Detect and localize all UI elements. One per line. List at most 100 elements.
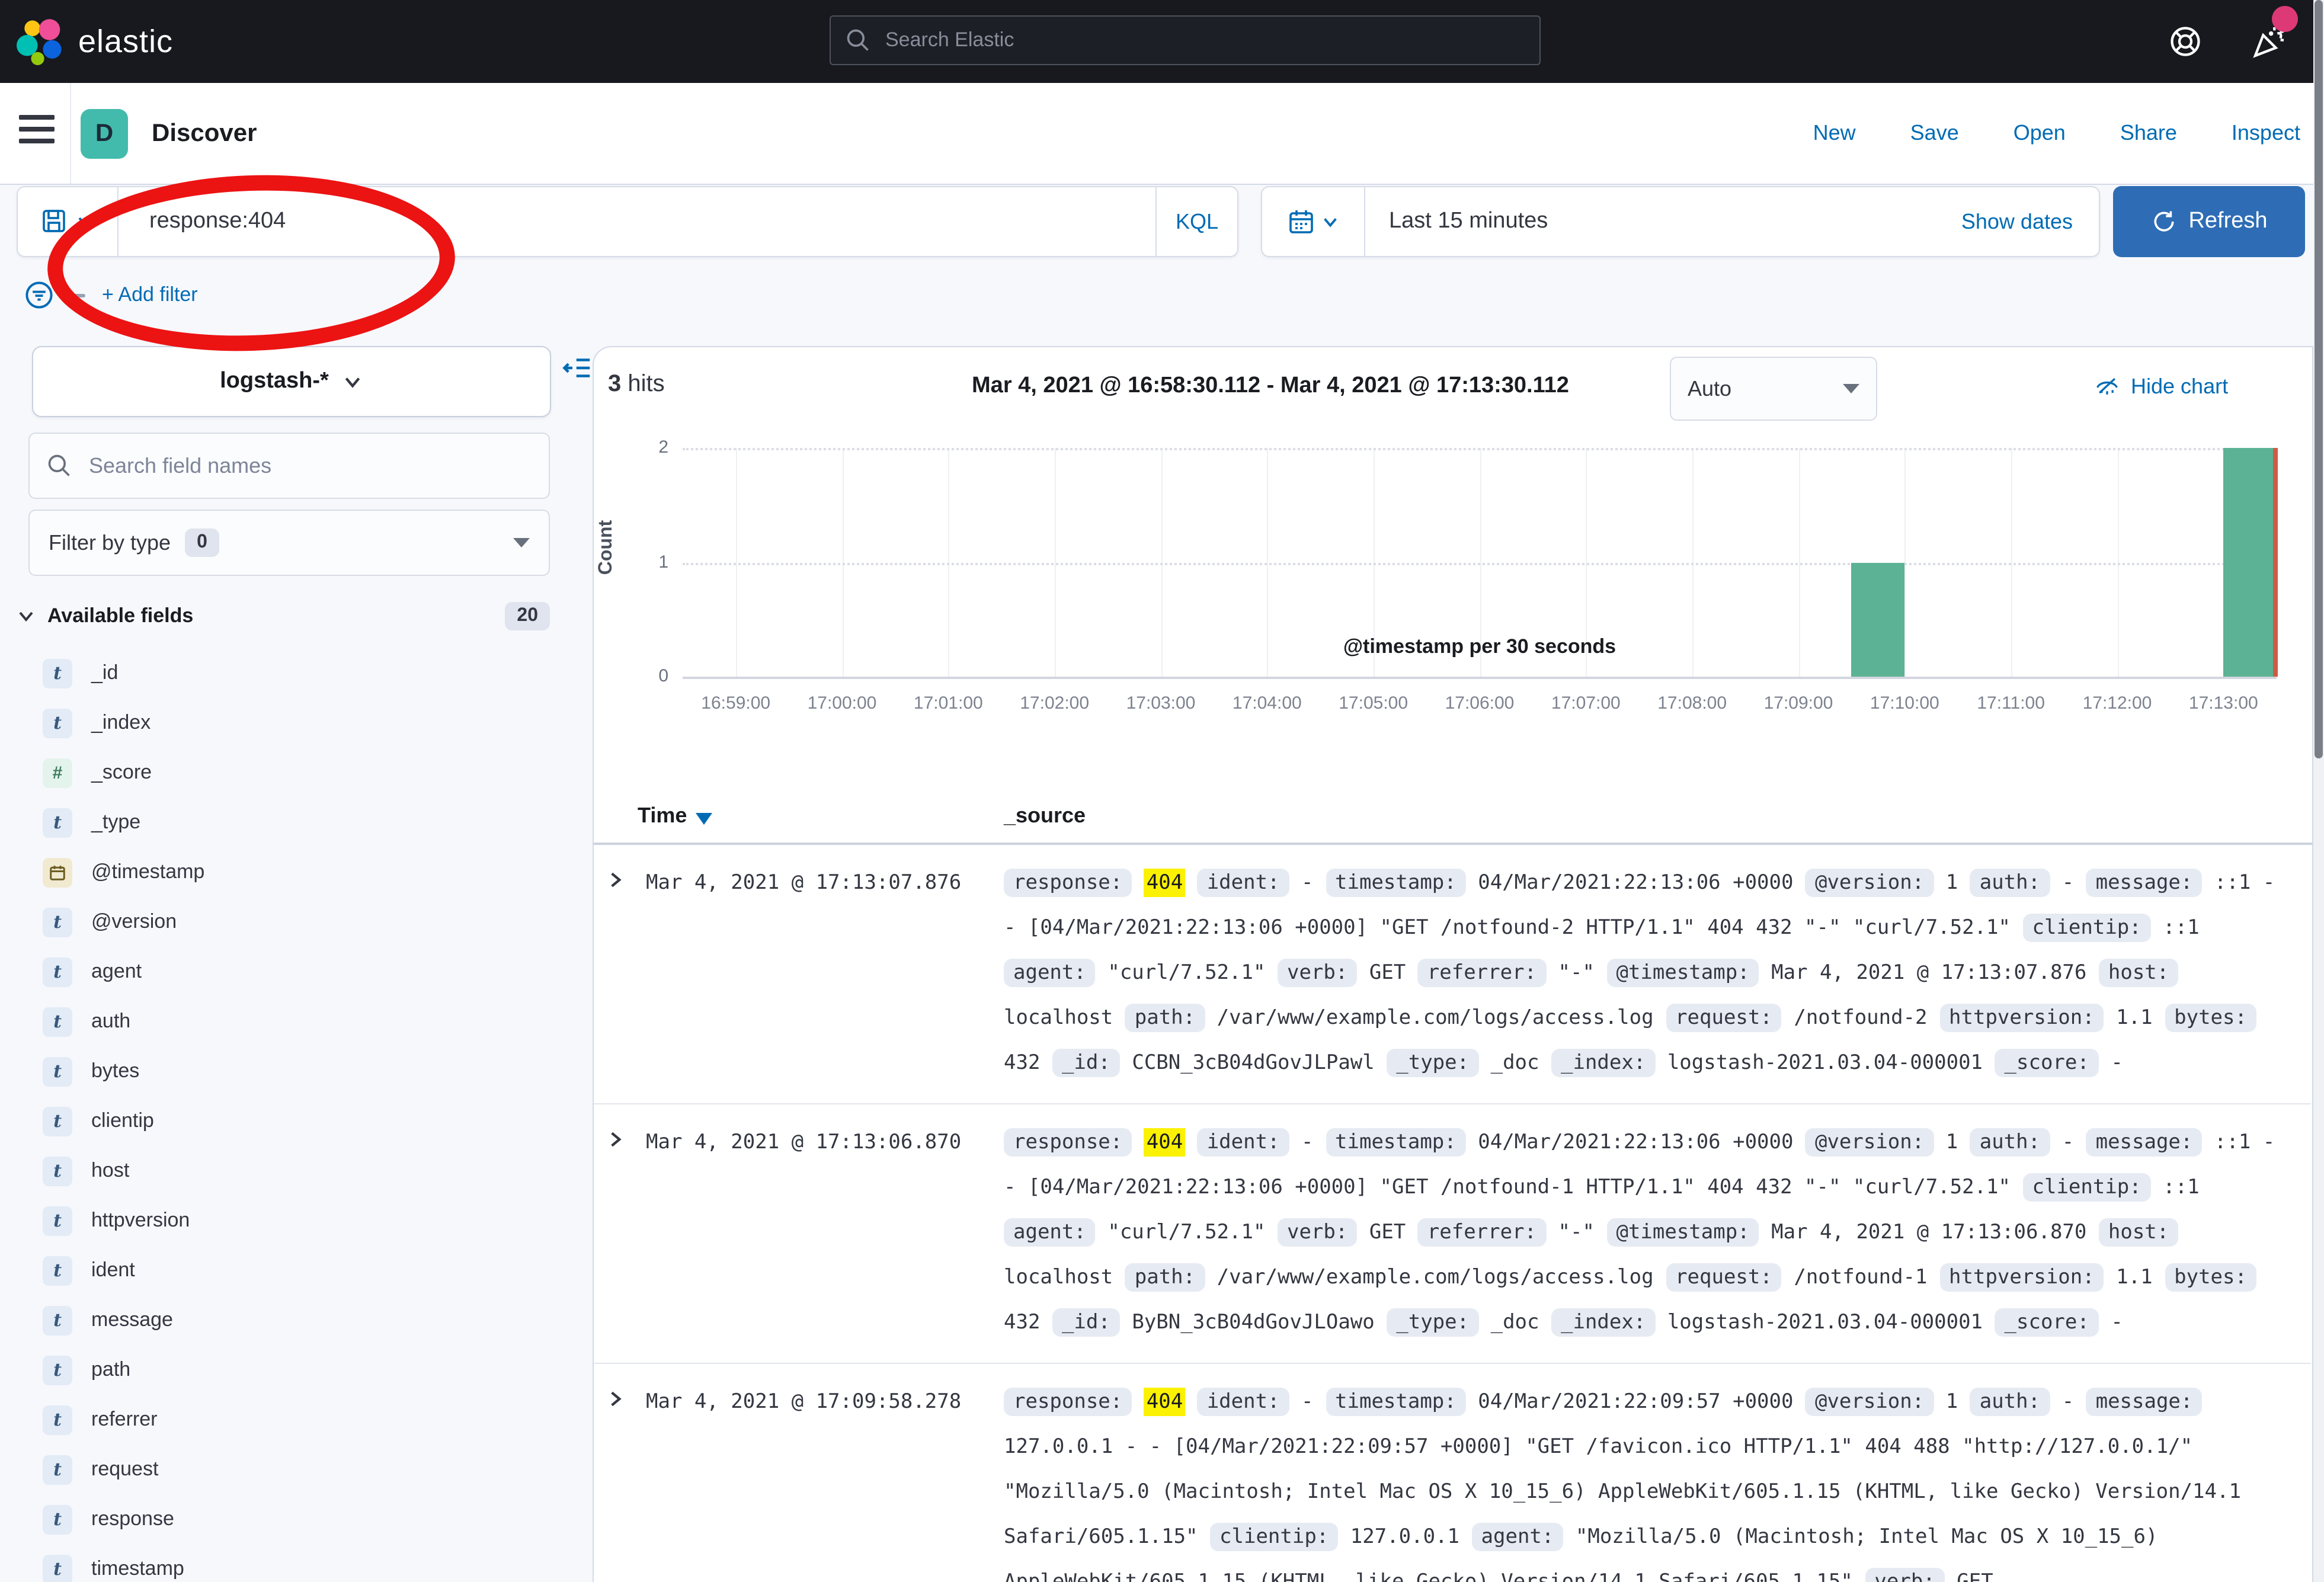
field-name-badge: agent: [1004,959,1096,987]
field-value: 04/Mar/2021:22:13:06 +0000 [1478,871,1793,895]
action-open[interactable]: Open [2014,121,2066,146]
field-name-badge: timestamp: [1326,1128,1466,1157]
field-item-_index[interactable]: t_index [0,698,593,748]
field-value: GET [1369,961,1406,985]
field-item-timestamp[interactable]: ttimestamp [0,1544,593,1582]
action-save[interactable]: Save [1910,121,1959,146]
query-bar[interactable]: response:404 KQL [17,186,1238,257]
hits-label: hits [628,371,664,397]
field-item-agent[interactable]: tagent [0,947,593,997]
help-lifebuoy-icon[interactable] [2168,24,2203,59]
index-pattern-switcher[interactable]: logstash-* [32,346,551,417]
filter-caret[interactable] [71,293,85,297]
field-value: - [2062,1390,2075,1414]
interval-select[interactable]: Auto [1670,357,1877,421]
saved-query-icon [40,207,69,236]
field-type-text-icon: t [43,1504,72,1534]
field-value: _doc [1491,1051,1539,1075]
elastic-logo-icon [17,18,64,65]
field-name: _type [91,811,140,834]
expand-row-button[interactable] [594,1379,646,1409]
field-list: t_idt_index#_scoret_type@timestampt@vers… [0,648,593,1582]
field-value: 1.1 [2116,1006,2152,1030]
chevron-down-icon [17,607,36,626]
expand-row-button[interactable] [594,860,646,890]
hide-chart-button[interactable]: Hide chart [2094,373,2228,399]
field-item-ident[interactable]: tident [0,1245,593,1295]
results-panel: 3 hits Mar 4, 2021 @ 16:58:30.112 - Mar … [593,346,2313,1582]
field-value: ::1 [2163,1176,2199,1199]
field-name-badge: ident: [1198,1388,1289,1416]
field-item-auth[interactable]: tauth [0,997,593,1046]
filter-by-type-select[interactable]: Filter by type 0 [28,510,550,576]
field-item-_score[interactable]: #_score [0,748,593,798]
date-picker-menu[interactable] [1262,187,1365,256]
field-item-bytes[interactable]: tbytes [0,1046,593,1096]
expand-row-button[interactable] [594,1120,646,1149]
date-picker[interactable]: Last 15 minutes Show dates [1261,186,2100,257]
field-value: - [2062,1131,2075,1154]
field-item-referrer[interactable]: treferrer [0,1395,593,1445]
action-share[interactable]: Share [2120,121,2177,146]
doc-time-cell: Mar 4, 2021 @ 17:13:07.876 [646,860,1004,905]
field-item-message[interactable]: tmessage [0,1295,593,1345]
filter-icon[interactable] [24,280,55,310]
field-value: - [1301,871,1314,895]
kibana-discover-app: elastic D Discover [0,0,2324,1582]
field-name: @version [91,910,177,934]
field-item-_type[interactable]: t_type [0,798,593,847]
field-item-_id[interactable]: t_id [0,648,593,698]
field-item-@version[interactable]: t@version [0,897,593,947]
field-type-text-icon: t [43,1156,72,1186]
field-search-input[interactable] [87,452,532,479]
doc-time-cell: Mar 4, 2021 @ 17:09:58.278 [646,1379,1004,1424]
show-dates-button[interactable]: Show dates [1961,209,2099,234]
field-name: _index [91,711,151,735]
collapse-sidebar-icon[interactable] [562,352,594,384]
refresh-button[interactable]: Refresh [2113,186,2305,257]
filter-bar: + Add filter [24,280,198,310]
time-range-value[interactable]: Last 15 minutes [1365,209,1961,235]
query-language-button[interactable]: KQL [1155,187,1237,256]
action-inspect[interactable]: Inspect [2232,121,2300,146]
field-name-badge: auth: [1970,869,2050,897]
global-search-input[interactable] [883,27,1525,53]
column-header-time[interactable]: Time [638,803,712,828]
field-name-badge: auth: [1970,1388,2050,1416]
field-item-request[interactable]: trequest [0,1445,593,1494]
action-new[interactable]: New [1813,121,1856,146]
field-item-host[interactable]: thost [0,1146,593,1196]
field-name-badge: _score: [1995,1308,2099,1337]
global-search[interactable] [830,15,1541,65]
scrollbar-thumb[interactable] [2315,0,2323,758]
field-name-badge: httpversion: [1939,1263,2104,1292]
histogram-bar[interactable] [1852,562,1905,677]
field-type-text-icon: t [43,1355,72,1385]
field-item-response[interactable]: tresponse [0,1494,593,1544]
menu-icon[interactable] [19,115,55,146]
available-fields-header[interactable]: Available fields 20 [17,596,550,636]
field-name: agent [91,960,142,984]
field-item-path[interactable]: tpath [0,1345,593,1395]
field-value: "curl/7.52.1" [1107,961,1265,985]
discover-app-badge[interactable]: D [81,109,128,159]
sort-desc-icon [695,812,712,824]
field-item-clientip[interactable]: tclientip [0,1096,593,1146]
x-tick-label: 17:13:00 [2158,693,2288,713]
add-filter-button[interactable]: + Add filter [102,283,198,307]
saved-query-menu[interactable] [18,187,119,256]
search-icon [46,453,72,479]
elastic-logo[interactable]: elastic [17,18,173,65]
brand-name: elastic [78,23,173,60]
field-name: clientip [91,1109,154,1133]
field-value: 432 [1004,1311,1040,1334]
field-search[interactable] [28,433,550,499]
field-item-@timestamp[interactable]: @timestamp [0,847,593,897]
field-value: logstash-2021.03.04-000001 [1667,1051,1983,1075]
field-name-badge: _id: [1052,1308,1120,1337]
field-name-badge: auth: [1970,1128,2050,1157]
scrollbar-track[interactable] [2313,0,2324,1582]
field-item-httpversion[interactable]: thttpversion [0,1196,593,1245]
expand-row-icon [606,1129,626,1149]
query-input-value[interactable]: response:404 [119,209,1155,235]
